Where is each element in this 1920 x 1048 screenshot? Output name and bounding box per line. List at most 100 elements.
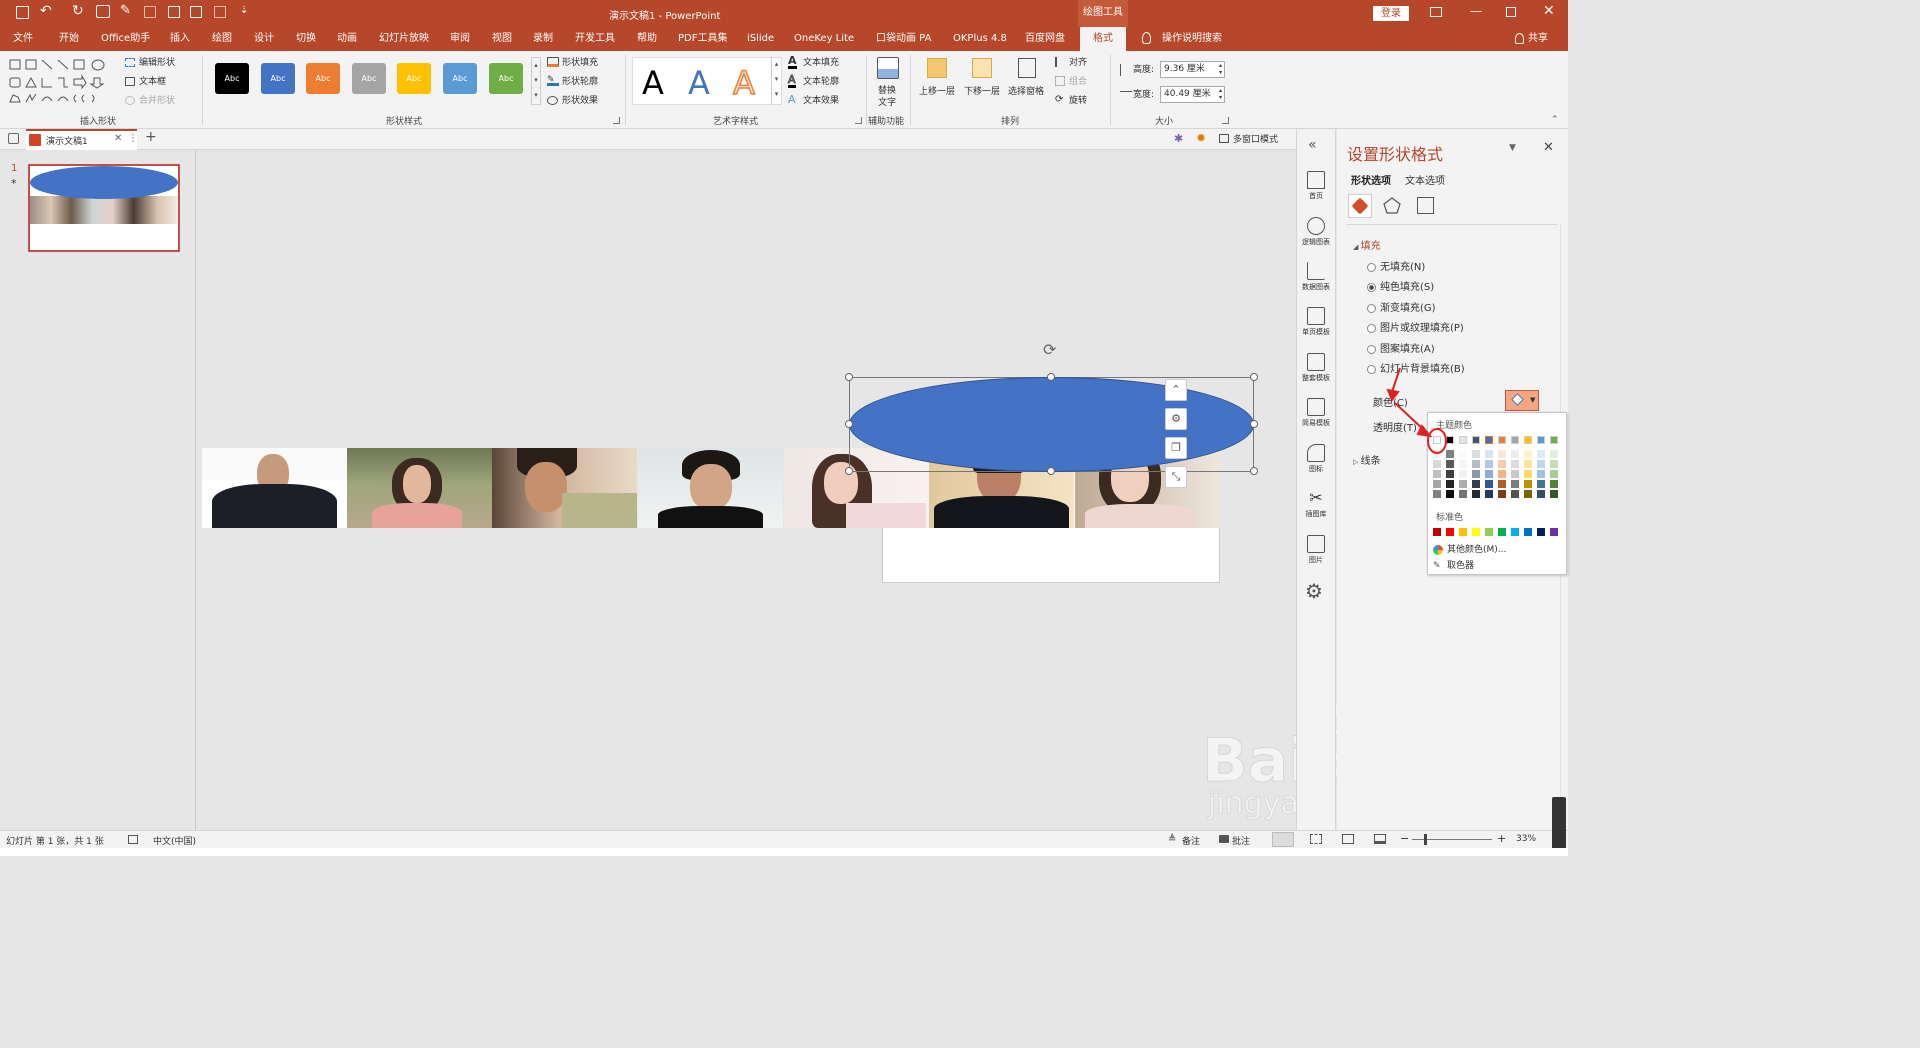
theme-shade-swatch[interactable]: [1550, 460, 1558, 468]
wordart-blue[interactable]: A: [688, 63, 710, 103]
photo-2[interactable]: [347, 448, 492, 528]
radio-pattern-fill[interactable]: 图案填充(A): [1367, 343, 1435, 357]
theme-shade-swatch[interactable]: [1537, 470, 1545, 478]
theme-shade-swatch[interactable]: [1511, 460, 1519, 468]
save-icon[interactable]: [16, 6, 29, 19]
text-outline-button[interactable]: 文本轮廓: [803, 74, 839, 90]
shape-copy-icon[interactable]: ❐: [1165, 437, 1187, 459]
tab-slideshow[interactable]: 幻灯片放映: [379, 27, 429, 51]
tab-view[interactable]: 视图: [492, 27, 512, 51]
sidebar-item-illustrations[interactable]: ✂ 插图库: [1297, 489, 1335, 519]
theme-shade-swatch[interactable]: [1498, 450, 1506, 458]
height-input[interactable]: 9.36 厘米 ▴ ▾: [1160, 61, 1225, 78]
theme-shade-swatch[interactable]: [1459, 460, 1467, 468]
size-properties-icon[interactable]: [1417, 197, 1434, 214]
share-button[interactable]: 共享: [1528, 27, 1548, 51]
tab-file[interactable]: 文件: [13, 27, 33, 51]
shape-style-blue[interactable]: Abc: [261, 63, 295, 94]
alt-text-icon[interactable]: [877, 57, 899, 79]
reading-view-icon[interactable]: [1342, 834, 1354, 844]
standard-color-swatch[interactable]: [1446, 528, 1454, 536]
shape-fill-button[interactable]: 形状填充: [562, 55, 598, 71]
quick-access-icon-2[interactable]: [144, 6, 156, 18]
tab-shape-options[interactable]: 形状选项: [1351, 172, 1391, 187]
resize-handle-s[interactable]: [1047, 467, 1055, 475]
shape-style-lightblue[interactable]: Abc: [443, 63, 477, 94]
shape-style-black[interactable]: Abc: [215, 63, 249, 94]
standard-color-swatch[interactable]: [1550, 528, 1558, 536]
tab-baidu-netdisk[interactable]: 百度网盘: [1025, 27, 1065, 51]
dialog-launcher-icon-2[interactable]: [855, 117, 862, 124]
shape-settings-icon[interactable]: ⚙: [1165, 408, 1187, 430]
tab-home[interactable]: 开始: [59, 27, 79, 51]
color-picker-button[interactable]: ▼: [1505, 390, 1539, 411]
collapse-ribbon-icon[interactable]: ⌃: [1551, 115, 1559, 125]
text-effects-button[interactable]: 文本效果: [803, 93, 839, 109]
sidebar-item-page-template[interactable]: 单页模板: [1297, 307, 1335, 337]
tab-menu-icon[interactable]: ⋮: [128, 133, 138, 144]
sidebar-item-data-chart[interactable]: 数据图表: [1297, 262, 1335, 292]
theme-shade-swatch[interactable]: [1433, 490, 1441, 498]
theme-color-swatch[interactable]: [1472, 436, 1480, 444]
theme-shade-swatch[interactable]: [1472, 460, 1480, 468]
tab-insert[interactable]: 插入: [170, 27, 190, 51]
theme-color-swatch[interactable]: [1498, 436, 1506, 444]
theme-shade-swatch[interactable]: [1511, 450, 1519, 458]
theme-shade-swatch[interactable]: [1446, 470, 1454, 478]
theme-shade-swatch[interactable]: [1459, 490, 1467, 498]
theme-color-swatch[interactable]: [1485, 436, 1493, 444]
shape-gallery-icons[interactable]: [8, 57, 116, 107]
theme-shade-swatch[interactable]: [1472, 470, 1480, 478]
tab-draw[interactable]: 绘图: [212, 27, 232, 51]
tab-list-icon[interactable]: [8, 133, 19, 144]
tab-review[interactable]: 审阅: [450, 27, 470, 51]
shape-style-orange[interactable]: Abc: [306, 63, 340, 94]
collapse-sidebar-icon[interactable]: «: [1308, 137, 1317, 153]
theme-shade-swatch[interactable]: [1550, 470, 1558, 478]
theme-shade-swatch[interactable]: [1485, 470, 1493, 478]
sidebar-item-full-template[interactable]: 整套模板: [1297, 353, 1335, 383]
quick-access-icon[interactable]: [96, 5, 110, 18]
theme-shade-swatch[interactable]: [1511, 490, 1519, 498]
layout-options-icon[interactable]: ⌃: [1165, 379, 1187, 401]
pane-options-icon[interactable]: ▼: [1509, 143, 1516, 153]
shape-style-green[interactable]: Abc: [489, 63, 523, 94]
gallery-scroll[interactable]: ▴ ▾ ▾: [531, 57, 541, 105]
tab-format[interactable]: 格式: [1080, 27, 1126, 51]
comments-button[interactable]: 批注: [1232, 834, 1250, 847]
theme-shade-swatch[interactable]: [1472, 480, 1480, 488]
theme-shade-swatch[interactable]: [1485, 480, 1493, 488]
settings-gear-icon[interactable]: ✹: [1196, 131, 1206, 145]
spellcheck-icon[interactable]: [128, 835, 138, 844]
tab-animations[interactable]: 动画: [337, 27, 357, 51]
theme-color-swatch[interactable]: [1550, 436, 1558, 444]
sidebar-item-pictures[interactable]: 图片: [1297, 535, 1335, 565]
resize-handle-ne[interactable]: [1250, 373, 1258, 381]
photo-3[interactable]: [492, 448, 637, 528]
tab-islide[interactable]: iSlide: [747, 27, 774, 51]
theme-shade-swatch[interactable]: [1459, 480, 1467, 488]
theme-shade-swatch[interactable]: [1433, 460, 1441, 468]
dialog-launcher-icon[interactable]: [613, 117, 620, 124]
zoom-in-button[interactable]: +: [1497, 832, 1506, 845]
bring-forward-button[interactable]: 上移一层: [919, 84, 955, 97]
standard-color-swatch[interactable]: [1537, 528, 1545, 536]
photo-4[interactable]: [638, 448, 783, 528]
theme-shade-swatch[interactable]: [1446, 480, 1454, 488]
theme-shade-swatch[interactable]: [1537, 460, 1545, 468]
fill-section-header[interactable]: ◢ 填充: [1353, 237, 1381, 252]
blue-ellipse-shape[interactable]: [849, 377, 1254, 472]
spinner-icon[interactable]: ▴ ▾: [1219, 62, 1222, 76]
minimize-button[interactable]: —: [1470, 4, 1482, 18]
tab-help[interactable]: 帮助: [637, 27, 657, 51]
slide-thumbnail[interactable]: [28, 164, 180, 252]
resize-handle-se[interactable]: [1250, 467, 1258, 475]
undo-icon[interactable]: ↶: [40, 3, 52, 19]
theme-shade-swatch[interactable]: [1446, 460, 1454, 468]
merge-shapes-button[interactable]: 合并形状: [139, 93, 175, 109]
theme-shade-swatch[interactable]: [1524, 490, 1532, 498]
standard-color-swatch[interactable]: [1459, 528, 1467, 536]
resize-handle-sw[interactable]: [845, 467, 853, 475]
close-tab-icon[interactable]: ✕: [114, 133, 122, 144]
theme-shade-swatch[interactable]: [1485, 460, 1493, 468]
